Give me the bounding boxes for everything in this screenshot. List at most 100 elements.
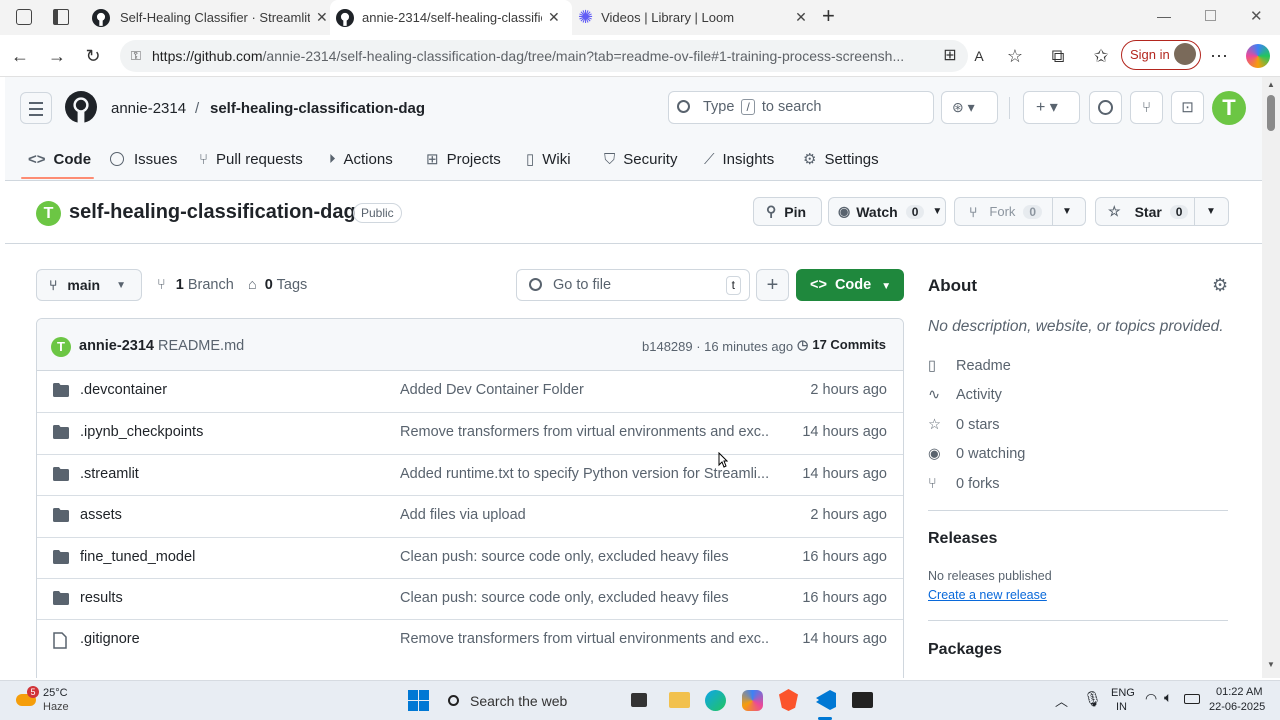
sign-in-button[interactable]: Sign in: [1121, 40, 1201, 70]
tab-streamlit[interactable]: Self-Healing Classifier · Streamlit ✕: [84, 0, 330, 35]
file-name[interactable]: fine_tuned_model: [80, 549, 195, 565]
star-button[interactable]: ☆ Star 0 ▼: [1095, 197, 1229, 226]
activity-link[interactable]: ∿ Activity: [928, 381, 1228, 411]
tab-actions[interactable]: ⏵ Actions: [329, 147, 393, 171]
edge-icon[interactable]: [705, 690, 726, 711]
tags-link[interactable]: ⌂ 0 Tags: [248, 277, 307, 293]
vscode-icon[interactable]: [816, 690, 836, 710]
copilot-icon[interactable]: [1246, 44, 1270, 68]
pull-requests-icon-button[interactable]: ⑂: [1130, 91, 1163, 124]
table-row[interactable]: .gitignore Remove transformers from virtu…: [37, 619, 903, 660]
go-to-file-input[interactable]: Go to file t: [516, 269, 750, 301]
tab-loom[interactable]: ✺ Videos | Library | Loom ✕: [574, 0, 814, 35]
author-avatar[interactable]: T: [51, 337, 71, 357]
tab-issues[interactable]: Issues: [110, 147, 177, 171]
file-explorer-icon[interactable]: [669, 692, 690, 708]
refresh-icon[interactable]: ↻: [80, 43, 106, 69]
tray-chevron-icon[interactable]: ︿: [1055, 691, 1068, 710]
task-view-icon[interactable]: [631, 693, 647, 707]
volume-icon[interactable]: 🔈︎: [1164, 689, 1172, 706]
file-name[interactable]: .devcontainer: [80, 382, 167, 398]
tab-actions-icon[interactable]: [53, 9, 69, 25]
lang-line1[interactable]: ENG: [1111, 687, 1135, 699]
file-name[interactable]: .streamlit: [80, 466, 139, 482]
url-bar[interactable]: ⚿ https://github.com/annie-2314/self-hea…: [120, 40, 968, 72]
favorites-icon[interactable]: ✩: [1088, 43, 1114, 69]
add-file-button[interactable]: +: [756, 269, 789, 301]
workspaces-icon[interactable]: [16, 9, 32, 25]
app-available-icon[interactable]: ⊞: [937, 43, 963, 69]
create-release-link[interactable]: Create a new release: [928, 588, 1047, 602]
commits-link[interactable]: ◷ 17 Commits: [797, 337, 886, 353]
favorite-star-icon[interactable]: ☆: [1002, 43, 1028, 69]
packages-title[interactable]: Packages: [928, 641, 1002, 659]
start-button[interactable]: [408, 690, 429, 711]
tab-github-repo[interactable]: annie-2314/self-healing-classifica ✕: [330, 0, 572, 35]
close-icon[interactable]: ✕: [316, 9, 328, 26]
hamburger-button[interactable]: [20, 92, 52, 124]
more-menu-icon[interactable]: ⋯: [1206, 43, 1232, 69]
taskbar-search[interactable]: Search the web: [440, 686, 620, 716]
commit-message[interactable]: Remove transformers from virtual environ…: [400, 631, 770, 647]
tab-insights[interactable]: ⟋ Insights: [704, 147, 774, 171]
wifi-icon[interactable]: ◠: [1145, 690, 1157, 707]
minimize-icon[interactable]: —: [1157, 8, 1171, 24]
tab-security[interactable]: ⛉ Security: [604, 147, 677, 171]
commit-message[interactable]: Clean push: source code only, excluded h…: [400, 549, 770, 565]
read-aloud-icon[interactable]: A: [966, 43, 992, 69]
file-name[interactable]: assets: [80, 507, 122, 523]
commit-message[interactable]: Added Dev Container Folder: [400, 382, 770, 398]
table-row[interactable]: .ipynb_checkpoints Remove transformers fr…: [37, 412, 903, 453]
inbox-icon-button[interactable]: ⊡: [1171, 91, 1204, 124]
extensions-icon[interactable]: ⧉: [1045, 43, 1071, 69]
scroll-up-icon[interactable]: ▲: [1267, 80, 1275, 89]
tab-settings[interactable]: ⚙ Settings: [803, 147, 879, 171]
commit-message[interactable]: Add files via upload: [400, 507, 770, 523]
branches-link[interactable]: ⑂ 1 Branch: [157, 277, 234, 293]
scroll-thumb[interactable]: [1267, 95, 1275, 131]
fork-button[interactable]: ⑂ Fork 0 ▼: [954, 197, 1086, 226]
clock-time[interactable]: 01:22 AM: [1216, 686, 1262, 698]
pin-button[interactable]: ⚲ Pin: [753, 197, 822, 226]
close-icon[interactable]: ✕: [795, 9, 807, 26]
tab-wiki[interactable]: ▯ Wiki: [526, 147, 571, 171]
tab-pull-requests[interactable]: ⑂ Pull requests: [199, 147, 303, 171]
forward-icon[interactable]: →: [44, 43, 70, 69]
readme-link[interactable]: ▯ Readme: [928, 351, 1228, 381]
forks-link[interactable]: ⑂ 0 forks: [928, 469, 1228, 499]
branch-select[interactable]: ⑂ main ▼: [36, 269, 142, 301]
search-input[interactable]: Type / to search: [668, 91, 934, 124]
issues-icon-button[interactable]: [1089, 91, 1122, 124]
file-name[interactable]: .gitignore: [80, 631, 140, 647]
terminal-icon[interactable]: [852, 692, 873, 708]
microphone-icon[interactable]: 🎙︎: [1083, 690, 1102, 708]
weather-widget[interactable]: 5 25°C Haze: [14, 686, 94, 716]
tab-code[interactable]: <> Code: [28, 147, 91, 171]
clock-date[interactable]: 22-06-2025: [1209, 701, 1265, 713]
back-icon[interactable]: ←: [7, 43, 33, 69]
table-row[interactable]: assets Add files via upload 2 hours ago: [37, 495, 903, 536]
file-name[interactable]: results: [80, 590, 123, 606]
owner-link[interactable]: annie-2314: [111, 100, 186, 117]
table-row[interactable]: results Clean push: source code only, exc…: [37, 577, 903, 619]
close-icon[interactable]: ✕: [548, 9, 560, 26]
battery-icon[interactable]: [1184, 694, 1200, 704]
commit-hash-time[interactable]: b148289 · 16 minutes ago: [642, 339, 793, 354]
copilot-app-icon[interactable]: [742, 690, 763, 711]
restore-icon[interactable]: [1205, 10, 1216, 21]
watch-button[interactable]: ◉ Watch 0 ▼: [828, 197, 946, 226]
gear-icon[interactable]: ⚙: [1212, 275, 1228, 296]
watching-link[interactable]: ◉ 0 watching: [928, 440, 1228, 470]
file-name[interactable]: .ipynb_checkpoints: [80, 424, 203, 440]
new-tab-icon[interactable]: +: [822, 3, 835, 29]
brave-icon[interactable]: [779, 689, 798, 711]
code-dropdown-button[interactable]: <> Code ▼: [796, 269, 904, 301]
table-row[interactable]: .streamlit Added runtime.txt to specify P…: [37, 453, 903, 495]
releases-title[interactable]: Releases: [928, 530, 997, 548]
repo-title[interactable]: self-healing-classification-dag: [69, 201, 356, 224]
repo-link[interactable]: self-healing-classification-dag: [210, 100, 425, 117]
table-row[interactable]: fine_tuned_model Clean push: source code …: [37, 536, 903, 578]
commit-author[interactable]: annie-2314: [79, 338, 154, 354]
copilot-button[interactable]: ⊛ ▾: [941, 91, 998, 124]
commit-message[interactable]: Remove transformers from virtual environ…: [400, 424, 770, 440]
